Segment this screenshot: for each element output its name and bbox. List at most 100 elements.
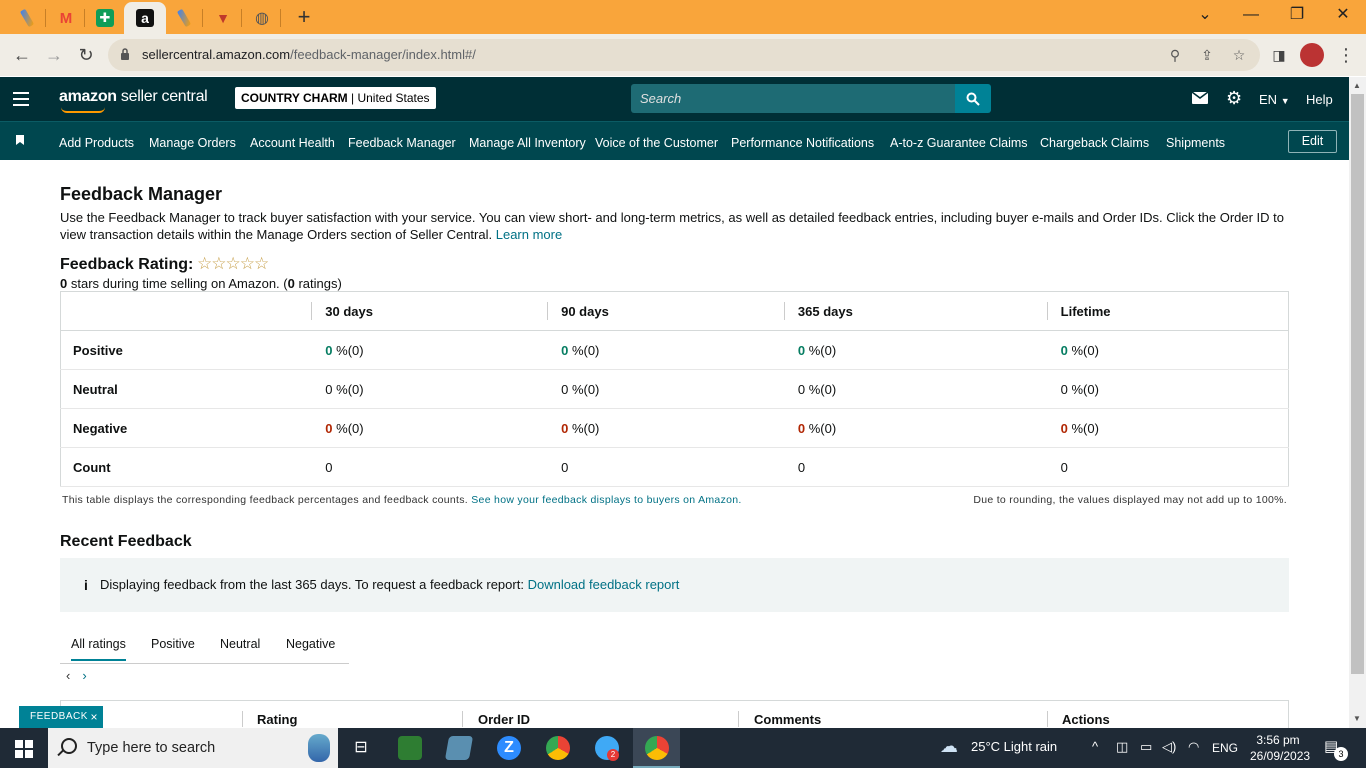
- tray-expand-icon[interactable]: ^: [1092, 739, 1098, 754]
- table-cell: 0 %(0): [1046, 408, 1289, 448]
- profile-avatar[interactable]: [1300, 43, 1324, 67]
- weather-icon: ☁: [940, 736, 958, 756]
- info-alert-text: Displaying feedback from the last 365 da…: [100, 577, 679, 592]
- col-90-days-label: 90 days: [561, 303, 609, 319]
- mail-icon[interactable]: [1191, 91, 1209, 108]
- battery-icon[interactable]: ▭: [1140, 739, 1152, 755]
- chrome-icon[interactable]: [546, 736, 570, 760]
- settings-gear-icon[interactable]: ⚙: [1226, 88, 1242, 109]
- reload-button[interactable]: ↻: [74, 43, 98, 67]
- close-window-button[interactable]: ✕: [1320, 0, 1366, 30]
- download-feedback-report-link[interactable]: Download feedback report: [528, 577, 680, 592]
- col-actions[interactable]: Actions: [1062, 712, 1110, 727]
- chrome-active-icon[interactable]: [645, 736, 669, 760]
- cell-suffix: %(0): [805, 420, 837, 436]
- feedback-tab[interactable]: FEEDBACK ×: [19, 706, 103, 728]
- logo-seller-central: seller central: [116, 88, 208, 105]
- nav-chargeback-claims[interactable]: Chargeback Claims: [1040, 136, 1149, 150]
- url-text: sellercentral.amazon.com/feedback-manage…: [142, 47, 476, 62]
- close-icon[interactable]: ×: [90, 706, 98, 728]
- language-selector[interactable]: EN ▼: [1259, 92, 1290, 107]
- tab-amazon[interactable]: a: [124, 2, 166, 34]
- minimize-button[interactable]: —: [1228, 0, 1274, 30]
- tab-positive[interactable]: Positive: [151, 637, 195, 651]
- weather-text[interactable]: 25°C Light rain: [971, 739, 1057, 754]
- windows-start-icon[interactable]: [15, 740, 33, 758]
- page-scrollbar[interactable]: ▲ ▼: [1349, 77, 1366, 728]
- forward-button[interactable]: →: [42, 43, 66, 67]
- col-rating[interactable]: Rating: [257, 712, 297, 727]
- share-icon[interactable]: ⇪: [1198, 46, 1216, 64]
- tabs-dropdown-button[interactable]: ⌄: [1182, 0, 1228, 30]
- col-comments[interactable]: Comments: [754, 712, 821, 727]
- nav-shipments[interactable]: Shipments: [1166, 136, 1225, 150]
- bookmark-star-icon[interactable]: ☆: [1230, 46, 1248, 64]
- browser-tab-bar: M ✚ a ▼ ◍ + ⌄ — ❐ ✕: [0, 0, 1366, 34]
- taskbar-search[interactable]: Type here to search: [48, 728, 338, 768]
- tab-6[interactable]: ▼: [205, 4, 241, 32]
- feedback-display-link[interactable]: See how your feedback displays to buyers…: [471, 494, 741, 506]
- tab-gmail[interactable]: M: [48, 4, 84, 32]
- zoom-app-icon[interactable]: Z: [497, 736, 521, 760]
- scroll-down-icon[interactable]: ▼: [1353, 714, 1361, 723]
- search-input[interactable]: [631, 84, 955, 113]
- nav-manage-orders[interactable]: Manage Orders: [149, 136, 236, 150]
- rounding-note: Due to rounding, the values displayed ma…: [973, 494, 1287, 506]
- back-button[interactable]: ←: [10, 43, 34, 67]
- tab-negative[interactable]: Negative: [286, 637, 335, 651]
- language-label: EN: [1259, 92, 1278, 107]
- notes-app-icon[interactable]: [444, 736, 474, 760]
- search-button[interactable]: [955, 84, 991, 113]
- col-order-id[interactable]: Order ID: [478, 712, 530, 727]
- menu-kebab-icon[interactable]: ⋮: [1334, 43, 1358, 67]
- new-tab-button[interactable]: +: [293, 5, 315, 29]
- omnibox[interactable]: sellercentral.amazon.com/feedback-manage…: [108, 39, 1260, 71]
- nav-performance-notifications[interactable]: Performance Notifications: [731, 136, 874, 150]
- notifications-icon[interactable]: ▤ 3: [1324, 737, 1348, 761]
- meet-now-icon[interactable]: ◫: [1116, 739, 1128, 755]
- tab-5[interactable]: [166, 4, 202, 32]
- tab-neutral[interactable]: Neutral: [220, 637, 260, 651]
- col-lifetime: Lifetime: [1046, 291, 1289, 331]
- tab-1[interactable]: [9, 4, 45, 32]
- next-page-icon[interactable]: ›: [82, 668, 86, 683]
- sidepanel-icon[interactable]: ◨: [1267, 43, 1291, 67]
- wifi-icon[interactable]: ◠: [1188, 739, 1199, 755]
- table-cell: 0: [1046, 447, 1289, 487]
- nav-feedback-manager[interactable]: Feedback Manager: [348, 136, 456, 150]
- cell-value: 0: [325, 459, 333, 475]
- spreadsheet-app-icon[interactable]: [398, 736, 422, 760]
- tab-sheets[interactable]: ✚: [87, 4, 123, 32]
- task-view-icon[interactable]: ⊟: [349, 736, 373, 760]
- help-link[interactable]: Help: [1306, 92, 1333, 107]
- taskbar-clock[interactable]: 3:56 pm 26/09/2023: [1250, 732, 1310, 764]
- feedback-rating: Feedback Rating: ☆☆☆☆☆: [60, 254, 269, 274]
- learn-more-link[interactable]: Learn more: [496, 227, 562, 242]
- volume-icon[interactable]: ◁): [1162, 739, 1176, 755]
- bookmark-icon[interactable]: [16, 135, 24, 145]
- account-switcher[interactable]: COUNTRY CHARM | United States: [235, 87, 436, 109]
- tab-all-ratings[interactable]: All ratings: [71, 637, 126, 661]
- edit-nav-button[interactable]: Edit: [1288, 130, 1337, 153]
- scroll-up-icon[interactable]: ▲: [1353, 81, 1361, 90]
- hamburger-menu-icon[interactable]: [13, 92, 29, 106]
- nav-a-to-z-claims[interactable]: A-to-z Guarantee Claims: [890, 136, 1028, 150]
- input-language[interactable]: ENG: [1212, 741, 1238, 755]
- zoom-icon[interactable]: ⚲: [1166, 46, 1184, 64]
- prev-page-icon[interactable]: ‹: [66, 668, 70, 683]
- table-cell: 0 %(0): [547, 369, 784, 409]
- filter-tabs: All ratings Positive Neutral Negative: [60, 627, 349, 664]
- nav-voice-of-customer[interactable]: Voice of the Customer: [595, 136, 718, 150]
- tab-7[interactable]: ◍: [244, 4, 280, 32]
- col-30-days-label: 30 days: [325, 303, 373, 319]
- seller-central-logo[interactable]: amazon seller central: [59, 88, 208, 113]
- col-30-days: 30 days: [311, 291, 548, 331]
- url-host: sellercentral.amazon.com: [142, 47, 291, 62]
- table-cell: 0 %(0): [1046, 369, 1289, 409]
- nav-add-products[interactable]: Add Products: [59, 136, 134, 150]
- nav-manage-all-inventory[interactable]: Manage All Inventory: [469, 136, 586, 150]
- restore-button[interactable]: ❐: [1274, 0, 1320, 30]
- telegram-icon[interactable]: 2: [595, 736, 619, 761]
- scroll-thumb[interactable]: [1351, 94, 1364, 674]
- nav-account-health[interactable]: Account Health: [250, 136, 335, 150]
